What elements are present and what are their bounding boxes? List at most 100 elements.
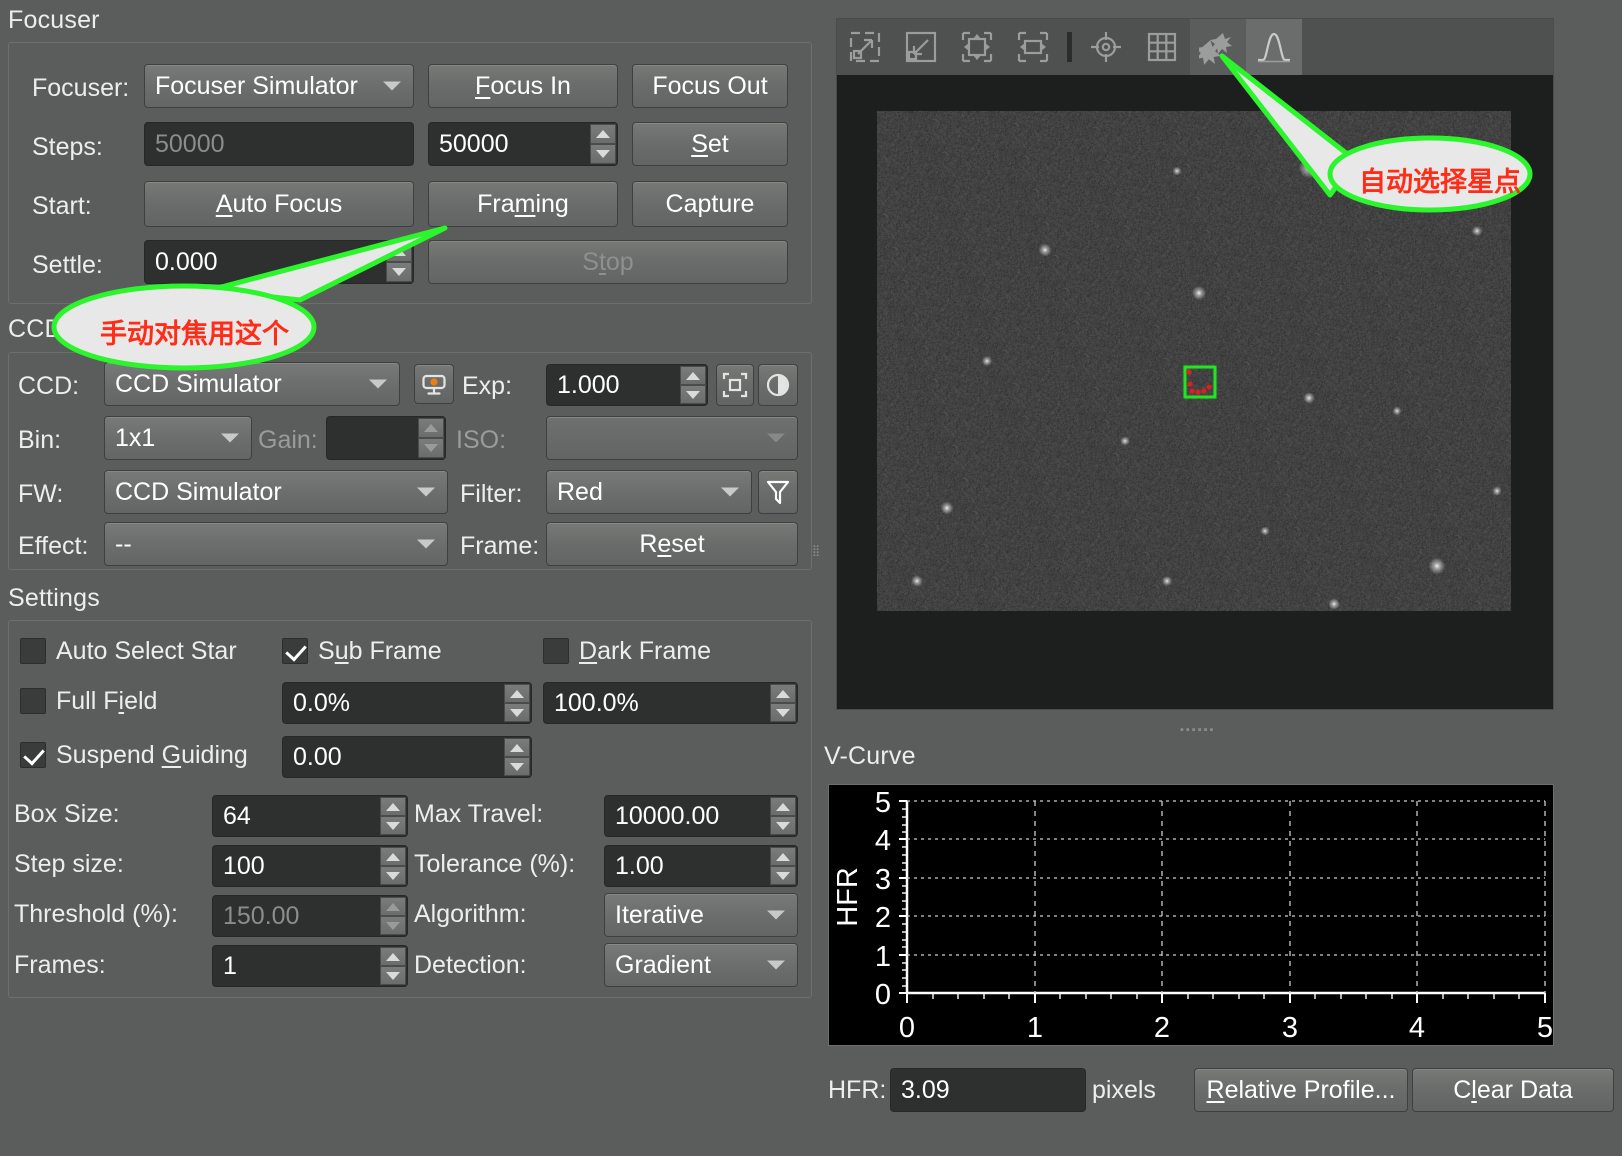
focus-in-button[interactable]: Focus In bbox=[428, 64, 618, 108]
crosshair-icon[interactable] bbox=[1078, 19, 1134, 75]
histogram-icon[interactable] bbox=[1246, 19, 1302, 75]
exposure-spinbox[interactable]: 1.000 bbox=[546, 364, 708, 406]
max-travel-up[interactable] bbox=[770, 797, 796, 816]
zoom-in-icon[interactable] bbox=[837, 19, 893, 75]
tolerance-up[interactable] bbox=[770, 847, 796, 866]
auto-select-star-checkbox[interactable] bbox=[20, 638, 46, 664]
box-size-spinbox[interactable]: 64 bbox=[212, 795, 408, 837]
detection-select[interactable]: Gradient bbox=[604, 943, 798, 987]
preview-toggle-button[interactable] bbox=[758, 364, 798, 406]
horizontal-splitter-handle[interactable]: ▪▪▪▪▪▪ bbox=[1180, 725, 1222, 736]
chevron-down-icon bbox=[417, 539, 435, 549]
framing-button[interactable]: Framing bbox=[428, 181, 618, 227]
full-field-outer-spinbox[interactable]: 100.0% bbox=[543, 682, 798, 724]
step-size-value: 100 bbox=[223, 851, 265, 880]
frames-down[interactable] bbox=[380, 966, 406, 985]
settle-spin-down[interactable] bbox=[386, 262, 412, 282]
relative-profile-button[interactable]: Relative Profile... bbox=[1194, 1068, 1408, 1112]
effect-value: -- bbox=[115, 529, 132, 558]
callout-text-manual-focus: 手动对焦用这个 bbox=[100, 319, 289, 349]
box-size-arrows[interactable] bbox=[380, 797, 406, 835]
suspend-guiding-checkbox[interactable] bbox=[20, 742, 46, 768]
filter-value: Red bbox=[557, 477, 603, 506]
frames-arrows[interactable] bbox=[380, 947, 406, 985]
settle-spin-up[interactable] bbox=[386, 242, 412, 262]
auto-focus-button[interactable]: Auto Focus bbox=[144, 181, 414, 227]
sub-frame-checkbox[interactable] bbox=[282, 638, 308, 664]
filter-label: Filter: bbox=[460, 480, 523, 508]
ccd-device-select[interactable]: CCD Simulator bbox=[104, 362, 400, 406]
settle-spinbox[interactable]: 0.000 bbox=[144, 240, 414, 284]
full-field-inner-up[interactable] bbox=[504, 684, 530, 703]
capture-button[interactable]: Capture bbox=[632, 181, 788, 227]
clear-data-button[interactable]: Clear Data bbox=[1412, 1068, 1614, 1112]
tolerance-spinbox[interactable]: 1.00 bbox=[604, 845, 798, 887]
max-travel-down[interactable] bbox=[770, 816, 796, 835]
suspend-guiding-spinbox[interactable]: 0.00 bbox=[282, 736, 532, 778]
suspend-guiding-value: 0.00 bbox=[293, 742, 342, 771]
sub-frame-label: Sub Frame bbox=[318, 637, 442, 665]
fit-width-icon[interactable] bbox=[1005, 19, 1061, 75]
star-detect-icon[interactable] bbox=[1190, 19, 1246, 75]
grid-icon[interactable] bbox=[1134, 19, 1190, 75]
exposure-spinbox-arrows[interactable] bbox=[680, 366, 706, 404]
filter-settings-button[interactable] bbox=[758, 470, 798, 514]
vertical-splitter-handle[interactable]: ⣿ bbox=[812, 546, 820, 588]
exposure-value: 1.000 bbox=[557, 370, 620, 399]
steps-spinbox-arrows[interactable] bbox=[590, 124, 616, 164]
suspend-guiding-up[interactable] bbox=[504, 738, 530, 757]
step-size-down[interactable] bbox=[380, 866, 406, 885]
effect-select[interactable]: -- bbox=[104, 522, 448, 566]
settings-group-title: Settings bbox=[8, 584, 100, 612]
chevron-down-icon bbox=[721, 487, 739, 497]
full-field-outer-up[interactable] bbox=[770, 684, 796, 703]
focus-out-button[interactable]: Focus Out bbox=[632, 64, 788, 108]
full-field-inner-arrows[interactable] bbox=[504, 684, 530, 722]
exposure-spin-down[interactable] bbox=[680, 385, 706, 404]
steps-spin-up[interactable] bbox=[590, 124, 616, 144]
fw-select[interactable]: CCD Simulator bbox=[104, 470, 448, 514]
contrast-icon bbox=[766, 373, 790, 397]
step-size-spinbox[interactable]: 100 bbox=[212, 845, 408, 887]
vcurve-plot[interactable]: 5 4 3 2 1 0 0 1 2 3 4 5 HFR bbox=[828, 784, 1554, 1046]
settle-spinbox-arrows[interactable] bbox=[386, 242, 412, 282]
tolerance-down[interactable] bbox=[770, 866, 796, 885]
box-size-up[interactable] bbox=[380, 797, 406, 816]
exposure-spin-up[interactable] bbox=[680, 366, 706, 385]
box-size-down[interactable] bbox=[380, 816, 406, 835]
step-size-arrows[interactable] bbox=[380, 847, 406, 885]
full-field-inner-spinbox[interactable]: 0.0% bbox=[282, 682, 532, 724]
suspend-guiding-arrows[interactable] bbox=[504, 738, 530, 776]
ccd-settings-button[interactable] bbox=[414, 364, 454, 404]
algorithm-select[interactable]: Iterative bbox=[604, 893, 798, 937]
fit-height-icon[interactable] bbox=[949, 19, 1005, 75]
zoom-out-icon[interactable] bbox=[893, 19, 949, 75]
frame-reset-button[interactable]: Reset bbox=[546, 522, 798, 566]
full-field-outer-down[interactable] bbox=[770, 703, 796, 722]
vcurve-ytick-4: 4 bbox=[875, 825, 891, 857]
stop-button[interactable]: Stop bbox=[428, 240, 788, 284]
filter-select[interactable]: Red bbox=[546, 470, 752, 514]
settle-label: Settle: bbox=[32, 251, 103, 279]
step-size-up[interactable] bbox=[380, 847, 406, 866]
full-field-inner-down[interactable] bbox=[504, 703, 530, 722]
steps-spin-down[interactable] bbox=[590, 144, 616, 164]
set-button[interactable]: Set bbox=[632, 122, 788, 166]
full-field-checkbox[interactable] bbox=[20, 688, 46, 714]
camera-icon bbox=[422, 374, 446, 395]
frames-up[interactable] bbox=[380, 947, 406, 966]
gain-spin-down bbox=[418, 438, 444, 458]
frame-select-button[interactable] bbox=[716, 364, 754, 406]
full-field-outer-arrows[interactable] bbox=[770, 684, 796, 722]
suspend-guiding-down[interactable] bbox=[504, 757, 530, 776]
suspend-guiding-label: Suspend Guiding bbox=[56, 741, 248, 769]
steps-spinbox[interactable]: 50000 bbox=[428, 122, 618, 166]
tolerance-arrows[interactable] bbox=[770, 847, 796, 885]
max-travel-arrows[interactable] bbox=[770, 797, 796, 835]
frames-spinbox[interactable]: 1 bbox=[212, 945, 408, 987]
focuser-device-select[interactable]: Focuser Simulator bbox=[144, 64, 414, 108]
bin-select[interactable]: 1x1 bbox=[104, 416, 252, 460]
focus-in-label-rest: ocus In bbox=[490, 71, 571, 100]
max-travel-spinbox[interactable]: 10000.00 bbox=[604, 795, 798, 837]
dark-frame-checkbox[interactable] bbox=[543, 638, 569, 664]
